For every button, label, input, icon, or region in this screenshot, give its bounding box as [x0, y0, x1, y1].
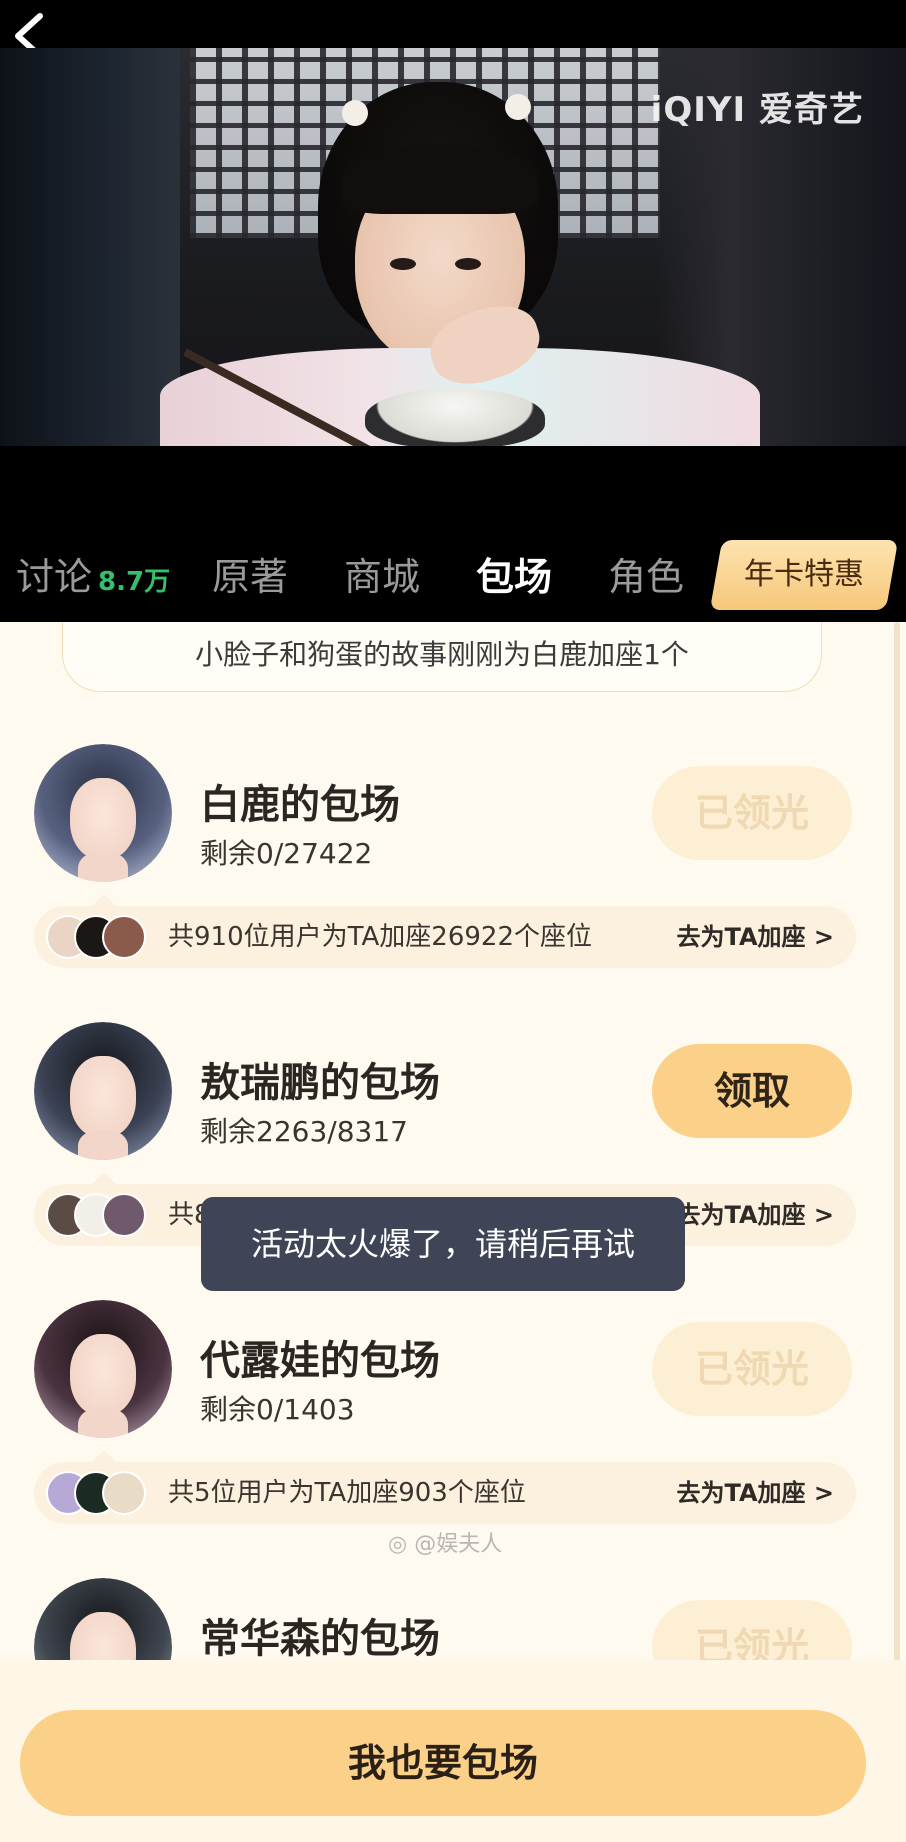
remaining-count: 剩余2263/8317: [200, 1115, 408, 1148]
scrollbar[interactable]: [894, 622, 900, 1662]
remaining-count: 剩余0/27422: [200, 837, 373, 870]
user-avatar: [102, 1193, 146, 1237]
discussion-count: 8.7万: [98, 567, 171, 597]
weibo-icon: ◎: [388, 1532, 415, 1557]
remaining-count: 剩余0/1403: [200, 1393, 355, 1426]
tab-discussion[interactable]: 讨论 8.7万: [16, 532, 170, 622]
fans-row[interactable]: 共5位用户为TA加座903个座位 去为TA加座 >: [34, 1450, 856, 1524]
card-title: 代露娃的包场: [200, 1338, 440, 1384]
activity-notice: 小脸子和狗蛋的故事刚刚为白鹿加座1个: [62, 622, 822, 692]
fans-summary: 共5位用户为TA加座903个座位: [168, 1478, 526, 1508]
tab-booking[interactable]: 包场: [476, 532, 552, 622]
card-title: 白鹿的包场: [200, 782, 400, 828]
iqiyi-logo: iQIYI 爱奇艺: [650, 90, 864, 130]
promo-tab-label: 年卡特惠: [744, 557, 864, 592]
tab-mall[interactable]: 商城: [344, 532, 420, 622]
tab-discussion-label: 讨论: [16, 555, 93, 599]
bottom-bar: 我也要包场: [0, 1660, 906, 1842]
tab-original[interactable]: 原著: [212, 532, 288, 622]
add-seat-link[interactable]: 去为TA加座 >: [676, 906, 834, 968]
card-title: 敖瑞鹏的包场: [200, 1060, 440, 1106]
tab-roles[interactable]: 角色: [608, 532, 684, 622]
claimed-out-button[interactable]: 已领光: [652, 766, 852, 860]
avatar[interactable]: [34, 1300, 172, 1438]
toast-message: 活动太火爆了，请稍后再试: [201, 1197, 685, 1291]
video-player[interactable]: iQIYI 爱奇艺: [0, 0, 906, 532]
claim-button[interactable]: 领取: [652, 1044, 852, 1138]
tab-bar: 讨论 8.7万 原著 商城 包场 角色 年卡特惠: [0, 532, 906, 622]
card-title: 常华森的包场: [200, 1616, 440, 1662]
create-booking-button[interactable]: 我也要包场: [20, 1710, 866, 1816]
weibo-watermark: ◎ @娱夫人: [388, 1526, 502, 1558]
add-seat-link[interactable]: 去为TA加座 >: [676, 1184, 834, 1246]
claimed-out-button[interactable]: 已领光: [652, 1322, 852, 1416]
user-avatar: [102, 915, 146, 959]
weibo-watermark-text: @娱夫人: [414, 1532, 503, 1557]
avatar[interactable]: [34, 1022, 172, 1160]
avatar[interactable]: [34, 744, 172, 882]
annual-card-promo-tab[interactable]: 年卡特惠: [709, 540, 899, 610]
user-avatar: [102, 1471, 146, 1515]
fans-summary: 共910位用户为TA加座26922个座位: [168, 922, 592, 952]
add-seat-link[interactable]: 去为TA加座 >: [676, 1462, 834, 1524]
fans-row[interactable]: 共910位用户为TA加座26922个座位 去为TA加座 >: [34, 894, 856, 968]
